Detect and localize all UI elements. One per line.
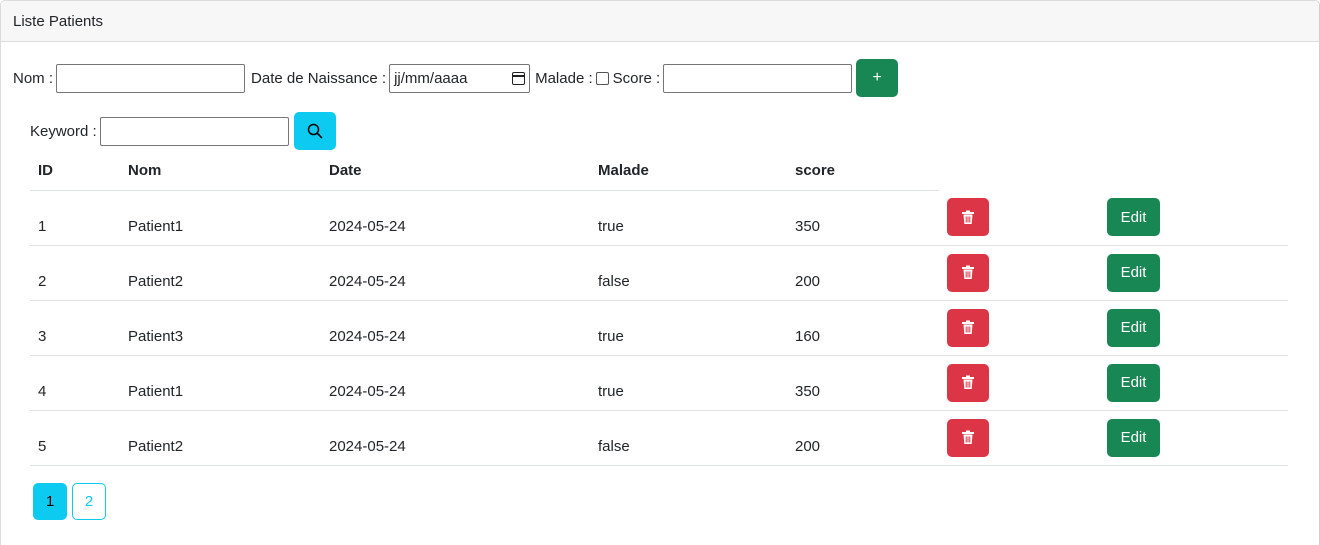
cell-id: 1 [30,190,120,246]
cell-edit: Edit [1099,190,1288,246]
edit-button[interactable]: Edit [1107,308,1160,347]
col-header-edit [1099,152,1288,190]
cell-score: 350 [787,190,939,246]
cell-delete [939,355,1099,411]
delete-button[interactable] [947,198,989,237]
cell-id: 5 [30,410,120,466]
date-label: Date de Naissance : [251,69,387,87]
cell-malade: true [590,300,787,356]
cell-delete [939,245,1099,301]
edit-button[interactable]: Edit [1107,363,1160,402]
malade-label: Malade : [535,69,593,87]
cell-nom: Patient2 [120,410,321,466]
add-patient-form: Nom : Date de Naissance : jj/mm/aaaa Mal… [13,59,899,97]
pagination: 1 2 [33,483,106,520]
table-header-row: ID Nom Date Malade score [30,152,1288,191]
cell-malade: true [590,355,787,411]
cell-delete [939,190,1099,246]
patients-table: ID Nom Date Malade score 1 Patient1 2024… [30,152,1288,466]
col-header-malade: Malade [590,152,787,191]
nom-label: Nom : [13,69,54,87]
cell-nom: Patient1 [120,190,321,246]
nom-input[interactable] [56,63,246,93]
score-label: Score : [612,69,661,87]
cell-id: 2 [30,245,120,301]
page-title: Liste Patients [13,12,104,30]
cell-date: 2024-05-24 [321,300,590,356]
cell-date: 2024-05-24 [321,190,590,246]
malade-checkbox[interactable] [595,71,609,85]
cell-malade: false [590,245,787,301]
cell-score: 160 [787,300,939,356]
edit-button[interactable]: Edit [1107,253,1160,292]
table-row: 4 Patient1 2024-05-24 true 350 Edit [30,355,1288,411]
trash-icon [962,430,974,444]
col-header-nom: Nom [120,152,321,191]
cell-delete [939,300,1099,356]
cell-malade: true [590,190,787,246]
cell-edit: Edit [1099,300,1288,356]
date-input[interactable]: jj/mm/aaaa [389,63,531,93]
date-placeholder: jj/mm/aaaa [394,69,468,87]
cell-edit: Edit [1099,245,1288,301]
col-header-score: score [787,152,939,191]
cell-nom: Patient2 [120,245,321,301]
search-row: Keyword : [30,112,336,150]
add-button[interactable]: + [856,59,899,97]
trash-icon [962,375,974,389]
cell-id: 3 [30,300,120,356]
search-button[interactable] [293,112,336,150]
cell-date: 2024-05-24 [321,355,590,411]
score-input[interactable] [663,63,853,93]
table-row: 1 Patient1 2024-05-24 true 350 Edit [30,190,1288,246]
edit-button[interactable]: Edit [1107,418,1160,457]
delete-button[interactable] [947,308,989,347]
keyword-label: Keyword : [30,122,97,140]
trash-icon [962,265,974,279]
delete-button[interactable] [947,363,989,402]
cell-edit: Edit [1099,410,1288,466]
col-header-date: Date [321,152,590,191]
cell-id: 4 [30,355,120,411]
cell-date: 2024-05-24 [321,245,590,301]
cell-score: 350 [787,355,939,411]
trash-icon [962,320,974,334]
page-button-1[interactable]: 1 [33,483,67,520]
edit-button[interactable]: Edit [1107,198,1160,237]
card-header: Liste Patients [1,1,1319,42]
cell-delete [939,410,1099,466]
table-row: 2 Patient2 2024-05-24 false 200 Edit [30,245,1288,301]
trash-icon [962,210,974,224]
patients-card: Liste Patients Nom : Date de Naissance :… [0,0,1320,545]
calendar-icon[interactable] [512,71,526,85]
delete-button[interactable] [947,253,989,292]
table-row: 3 Patient3 2024-05-24 true 160 Edit [30,300,1288,356]
col-header-id: ID [30,152,120,191]
cell-edit: Edit [1099,355,1288,411]
cell-malade: false [590,410,787,466]
cell-score: 200 [787,245,939,301]
keyword-input[interactable] [99,116,289,146]
cell-nom: Patient1 [120,355,321,411]
search-icon [307,123,323,139]
page-button-2[interactable]: 2 [72,483,106,520]
cell-score: 200 [787,410,939,466]
col-header-delete [939,152,1099,190]
cell-nom: Patient3 [120,300,321,356]
delete-button[interactable] [947,418,989,457]
table-row: 5 Patient2 2024-05-24 false 200 Edit [30,410,1288,466]
cell-date: 2024-05-24 [321,410,590,466]
